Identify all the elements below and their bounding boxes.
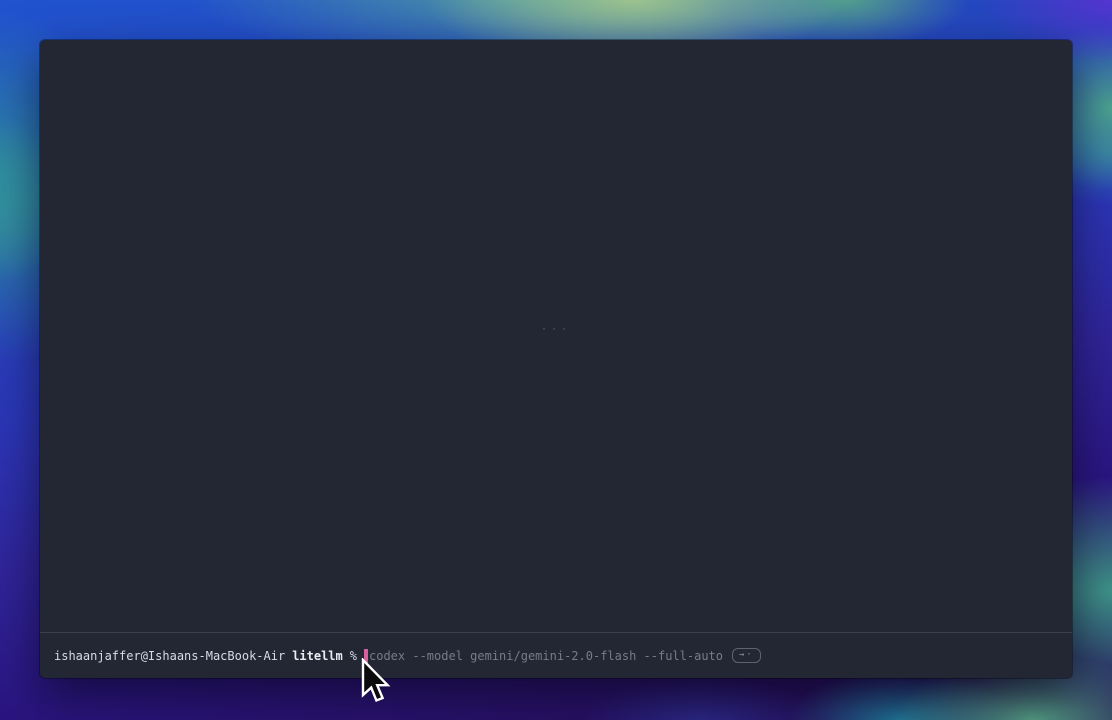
prompt-symbol: %: [350, 649, 357, 663]
loading-dots: ···: [541, 324, 571, 335]
prompt-user-host: ishaanjaffer@Ishaans-MacBook-Air: [54, 649, 285, 663]
terminal-output-area: ···: [40, 40, 1072, 633]
autosuggest-hint-badge: →·: [732, 648, 761, 663]
command-suggestion-text: codex --model gemini/gemini-2.0-flash --…: [369, 649, 723, 663]
mouse-pointer-icon: [361, 658, 391, 706]
desktop-wallpaper: ··· ishaanjaffer@Ishaans-MacBook-Air lit…: [0, 0, 1112, 720]
terminal-window[interactable]: ··· ishaanjaffer@Ishaans-MacBook-Air lit…: [40, 40, 1072, 678]
prompt-directory: litellm: [292, 649, 343, 663]
terminal-input-line[interactable]: ishaanjaffer@Ishaans-MacBook-Air litellm…: [40, 633, 1072, 678]
